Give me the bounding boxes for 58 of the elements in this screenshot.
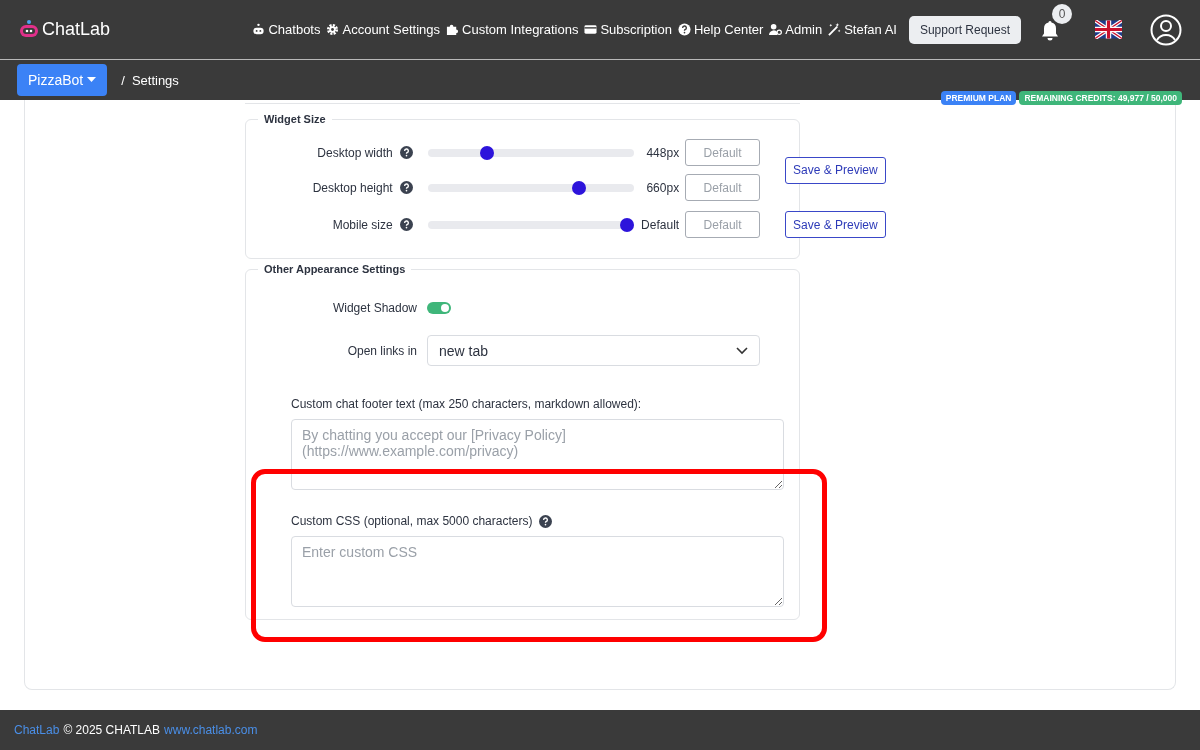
slider-label: Mobile size: [331, 217, 393, 232]
nav-link[interactable]: Admin: [769, 22, 823, 37]
chevron-down-icon: [736, 346, 748, 355]
help-icon: [677, 23, 691, 36]
section-title: Other Appearance Settings: [263, 263, 407, 275]
nav-link[interactable]: Help Center: [677, 22, 764, 37]
nav-link[interactable]: Account Settings: [326, 22, 441, 37]
caret-icon: [87, 77, 97, 83]
nav-link[interactable]: Chatbots: [252, 22, 321, 37]
slider-value: 660px: [645, 180, 680, 195]
select-label: Open links in: [346, 343, 417, 358]
nav-link[interactable]: Custom Integrations: [446, 22, 579, 37]
user-avatar-icon[interactable]: [1150, 13, 1182, 46]
save-preview-button[interactable]: Save & Preview: [785, 156, 886, 184]
slider-value: 448px: [645, 145, 680, 160]
section-title: Widget Size: [263, 113, 327, 125]
help-icon[interactable]: [399, 181, 413, 194]
size-slider[interactable]: [427, 183, 635, 192]
logo-text[interactable]: ChatLab: [42, 19, 111, 40]
credit-card-icon: [584, 23, 598, 36]
slider-thumb[interactable]: [479, 145, 494, 160]
slider-thumb[interactable]: [620, 217, 635, 232]
breadcrumb-separator: /: [121, 72, 125, 88]
save-preview-button[interactable]: Save & Preview: [785, 211, 886, 238]
help-icon[interactable]: [399, 218, 413, 231]
chatbot-dropdown-button[interactable]: PizzaBot: [17, 64, 108, 96]
gear-icon: [326, 23, 340, 36]
field-label: Custom CSS (optional, max 5000 characters): [291, 514, 533, 528]
uk-flag-icon[interactable]: [1095, 20, 1122, 39]
slider-thumb[interactable]: [572, 180, 587, 195]
size-slider[interactable]: [427, 220, 635, 229]
bell-icon[interactable]: [1040, 19, 1060, 42]
credits-badge: REMAINING CREDITS: 49,977 / 50,000: [1019, 91, 1182, 105]
puzzle-icon: [446, 23, 460, 36]
copyright-text: © 2025 CHATLAB: [63, 723, 161, 737]
support-request-button[interactable]: Support Request: [908, 15, 1021, 44]
shadow-toggle[interactable]: [427, 302, 451, 314]
open-links-select[interactable]: new tab: [427, 335, 760, 366]
magic-wand-icon: [828, 23, 842, 36]
slider-label: Desktop height: [311, 180, 393, 195]
nav-link[interactable]: Stefan AI: [828, 22, 897, 37]
notification-count: 0: [1052, 3, 1072, 24]
size-slider[interactable]: [427, 148, 635, 157]
nav-link[interactable]: Subscription: [584, 22, 672, 37]
footer-text-field[interactable]: By chatting you accept our [Privacy Policy] (https://www.example.com/privacy): [291, 419, 784, 490]
help-icon[interactable]: [399, 146, 413, 159]
custom-css-field[interactable]: Enter custom CSS: [291, 536, 784, 607]
website-link[interactable]: www.chatlab.com: [164, 723, 258, 737]
help-icon[interactable]: [539, 514, 553, 528]
plan-badge: PREMIUM PLAN: [940, 91, 1017, 105]
field-label: Custom chat footer text (max 250 characters, markdown allowed):: [291, 397, 643, 411]
toggle-label: Widget Shadow: [331, 301, 417, 315]
user-gear-icon: [769, 23, 783, 36]
slider-label: Desktop width: [316, 145, 393, 160]
slider-value: Default: [640, 217, 680, 232]
robot-icon: [252, 23, 266, 36]
breadcrumb-current: Settings: [131, 72, 179, 88]
brand-link[interactable]: ChatLab: [14, 723, 60, 737]
